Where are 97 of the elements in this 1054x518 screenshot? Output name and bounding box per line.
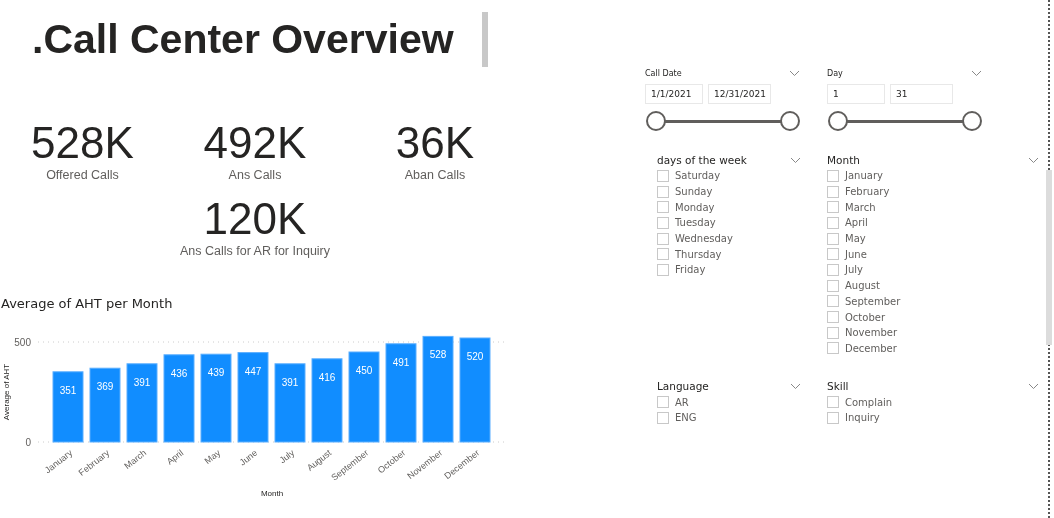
data-label: 369 xyxy=(96,381,114,393)
checkbox-label[interactable]: February xyxy=(845,186,890,198)
checkbox-label[interactable]: August xyxy=(845,280,880,292)
data-label: 436 xyxy=(170,367,188,379)
range-end-field[interactable]: 12/31/2021 xyxy=(708,84,771,104)
checkbox-label[interactable]: January xyxy=(845,170,883,182)
checkbox[interactable] xyxy=(657,201,669,214)
slicer-title: Month xyxy=(827,154,860,166)
slider-thumb[interactable] xyxy=(646,111,666,131)
checkbox[interactable] xyxy=(827,216,839,229)
kpi-value: 492K xyxy=(203,118,307,168)
checkbox-label[interactable]: November xyxy=(845,327,898,339)
checkbox[interactable] xyxy=(827,248,839,261)
data-label: 450 xyxy=(355,365,373,376)
checkbox[interactable] xyxy=(827,295,839,308)
kpi-value: 36K xyxy=(395,118,475,168)
data-label: 351 xyxy=(59,384,77,396)
chevron-down-icon[interactable] xyxy=(1028,156,1039,164)
checkbox-label[interactable]: June xyxy=(845,248,867,260)
slider-thumb[interactable] xyxy=(780,111,800,131)
checkbox-label[interactable]: Sunday xyxy=(675,186,713,198)
axis-label: May xyxy=(202,447,223,467)
axis-title: Month xyxy=(260,489,284,498)
checkbox[interactable] xyxy=(827,326,839,339)
checkbox[interactable] xyxy=(827,201,839,214)
kpi-label: Offered Calls xyxy=(46,168,119,182)
range-start-field[interactable]: 1/1/2021 xyxy=(645,84,703,104)
axis-tick: 500 xyxy=(14,337,31,348)
kpi-label: Ans Calls xyxy=(228,168,282,182)
chevron-down-icon[interactable] xyxy=(1028,382,1039,390)
checkbox[interactable] xyxy=(827,396,839,409)
checkbox-label[interactable]: March xyxy=(845,201,876,213)
chevron-down-icon[interactable] xyxy=(971,69,982,77)
data-label: 491 xyxy=(392,356,410,368)
range-start-field[interactable]: 1 xyxy=(827,84,885,104)
data-label: 439 xyxy=(207,367,225,379)
checkbox[interactable] xyxy=(827,342,839,355)
chevron-down-icon[interactable] xyxy=(790,382,801,390)
axis-title: Average of AHT xyxy=(2,363,11,421)
checkbox[interactable] xyxy=(657,248,669,261)
checkbox[interactable] xyxy=(827,185,839,198)
slider-thumb[interactable] xyxy=(828,111,848,131)
page-title: .Call Center Overview xyxy=(32,15,454,63)
kpi-label: Aban Calls xyxy=(404,168,466,182)
slicer-title: Language xyxy=(657,380,709,393)
data-label: 447 xyxy=(244,365,262,377)
slicer-title: Day xyxy=(827,68,843,78)
checkbox[interactable] xyxy=(827,232,839,245)
checkbox-label[interactable]: Wednesday xyxy=(675,233,733,245)
axis-label: June xyxy=(237,447,260,468)
checkbox[interactable] xyxy=(657,169,669,182)
checkbox-label[interactable]: September xyxy=(845,295,901,307)
checkbox[interactable] xyxy=(657,232,669,245)
checkbox[interactable] xyxy=(657,216,669,229)
slicer-title: days of the week xyxy=(657,154,747,166)
data-label: 528 xyxy=(429,349,447,361)
checkbox[interactable] xyxy=(657,263,669,276)
checkbox-label[interactable]: Tuesday xyxy=(675,217,716,229)
checkbox-label[interactable]: April xyxy=(845,217,868,229)
checkbox-label[interactable]: July xyxy=(845,264,863,276)
checkbox-label[interactable]: Friday xyxy=(675,264,706,276)
checkbox[interactable] xyxy=(827,411,839,424)
data-label: 416 xyxy=(318,371,336,383)
scrollbar[interactable] xyxy=(1046,170,1052,345)
checkbox-label[interactable]: May xyxy=(845,233,866,245)
kpi-value: 120K xyxy=(203,194,307,244)
checkbox-label[interactable]: October xyxy=(845,311,886,323)
range-end-field[interactable]: 31 xyxy=(890,84,953,104)
checkbox-label[interactable]: Thursday xyxy=(675,248,722,260)
checkbox-label[interactable]: Monday xyxy=(675,201,715,213)
chart-title: Average of AHT per Month xyxy=(1,296,174,311)
slider-thumb[interactable] xyxy=(962,111,982,131)
checkbox[interactable] xyxy=(657,185,669,198)
chevron-down-icon[interactable] xyxy=(790,156,801,164)
data-label: 391 xyxy=(281,376,299,388)
checkbox[interactable] xyxy=(827,311,839,324)
checkbox[interactable] xyxy=(827,263,839,276)
data-label: 520 xyxy=(466,351,484,362)
checkbox-label[interactable]: December xyxy=(845,342,897,354)
kpi-label: Ans Calls for AR for Inquiry xyxy=(179,244,331,258)
slicer-title: Call Date xyxy=(645,68,682,78)
chevron-down-icon[interactable] xyxy=(789,69,800,77)
checkbox-label[interactable]: Saturday xyxy=(675,170,721,182)
checkbox-label[interactable]: Complain xyxy=(845,396,893,408)
checkbox[interactable] xyxy=(657,411,669,424)
bar xyxy=(52,371,84,443)
axis-tick: 0 xyxy=(25,437,31,448)
checkbox-label[interactable]: ENG xyxy=(675,412,697,424)
axis-label: July xyxy=(277,447,297,466)
checkbox-label[interactable]: AR xyxy=(675,396,689,408)
checkbox[interactable] xyxy=(657,396,669,409)
data-label: 391 xyxy=(133,376,151,388)
kpi-value: 528K xyxy=(31,118,134,168)
checkbox-label[interactable]: Inquiry xyxy=(845,412,880,424)
checkbox[interactable] xyxy=(827,169,839,182)
checkbox[interactable] xyxy=(827,279,839,292)
slicer-title: Skill xyxy=(827,380,849,393)
